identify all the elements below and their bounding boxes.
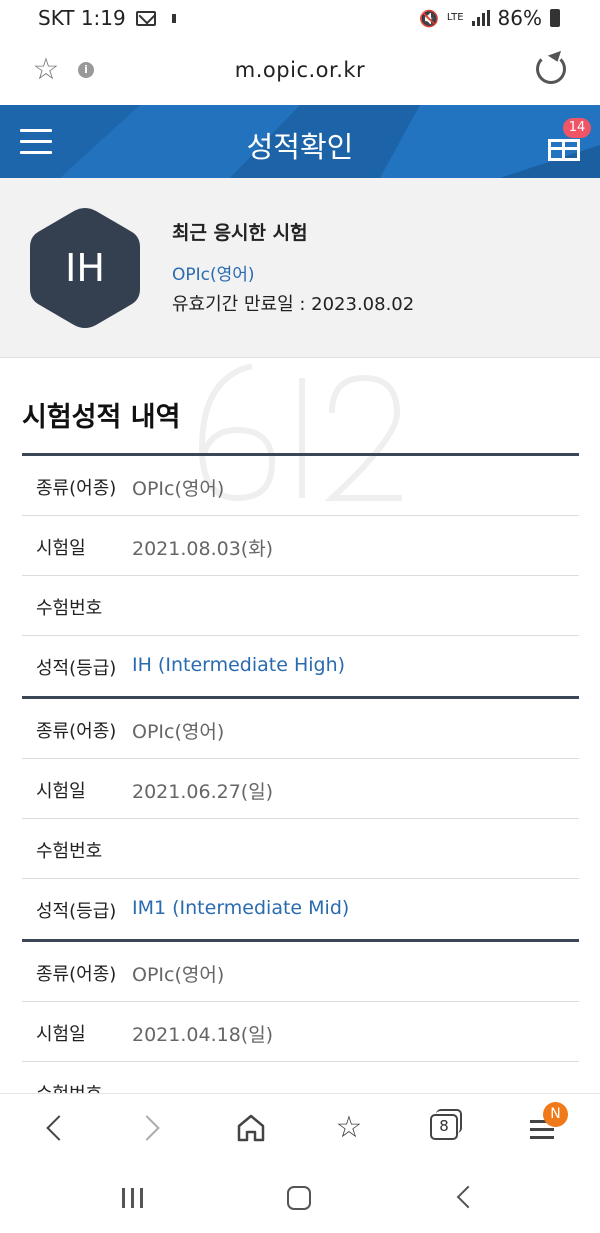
url-field[interactable]: m.opic.or.kr [0, 58, 600, 82]
row-value: 2021.08.03(화) [132, 538, 274, 560]
row-value: 2021.04.18(일) [132, 1024, 274, 1046]
battery-icon [550, 9, 560, 27]
row-label: 종류(어종) [36, 964, 117, 985]
exam-records-list: 종류(어종) OPIc(영어) 시험일 2021.08.03(화) 수험번호 성… [22, 453, 579, 1122]
home-icon[interactable] [231, 1108, 271, 1148]
grade-link[interactable]: IM1 (Intermediate Mid) [132, 897, 349, 919]
forward-icon[interactable] [132, 1108, 172, 1148]
system-nav-bar [0, 1165, 600, 1233]
recent-exam-type: OPIc(영어) [172, 265, 255, 285]
recent-apps-icon[interactable] [120, 1188, 146, 1208]
row-value: 2021.06.27(일) [132, 781, 274, 803]
row-value: OPIc(영어) [132, 478, 225, 500]
status-bar: SKT 1:19 🔇 LTE 86% [0, 0, 600, 38]
recent-exam-title: 최근 응시한 시험 [172, 222, 308, 244]
system-home-icon[interactable] [287, 1186, 311, 1210]
site-header: 성적확인 [0, 105, 600, 178]
status-time: SKT 1:19 [38, 6, 126, 30]
battery-percent: 86% [497, 6, 542, 30]
row-label: 종류(어종) [36, 721, 117, 742]
page-title: 성적확인 [246, 130, 354, 164]
row-label: 수험번호 [36, 598, 103, 619]
record-row-date: 시험일 2021.04.18(일) [22, 1002, 579, 1062]
record-row-grade: 성적(등급) IM1 (Intermediate Mid) [22, 879, 579, 939]
grade-short: IH [65, 246, 105, 290]
bookmarks-icon[interactable]: ☆ [329, 1108, 369, 1148]
mail-notification-icon [135, 10, 156, 26]
row-label: 성적(등급) [36, 658, 117, 679]
record-row-grade: 성적(등급) IH (Intermediate High) [22, 636, 579, 696]
row-label: 시험일 [36, 1024, 86, 1045]
validity-expiry: 유효기간 만료일 : 2023.08.02 [172, 294, 415, 315]
new-badge: N [543, 1102, 568, 1127]
record-row-date: 시험일 2021.06.27(일) [22, 759, 579, 819]
back-icon[interactable] [36, 1108, 76, 1148]
record-row-date: 시험일 2021.08.03(화) [22, 516, 579, 576]
record-row-exam-number: 수험번호 [22, 819, 579, 879]
grade-link[interactable]: IH (Intermediate High) [132, 654, 345, 676]
tabs-count: 8 [430, 1114, 458, 1140]
section-title: 시험성적 내역 [22, 402, 181, 433]
row-label: 성적(등급) [36, 901, 117, 922]
row-label: 시험일 [36, 781, 86, 802]
exam-record: 종류(어종) OPIc(영어) 시험일 2021.08.03(화) 수험번호 성… [22, 453, 579, 696]
gift-count-badge: 14 [563, 118, 591, 138]
row-label: 시험일 [36, 538, 86, 559]
recent-exam-summary: IH 최근 응시한 시험 OPIc(영어) 유효기간 만료일 : 2023.08… [0, 178, 600, 358]
row-label: 수험번호 [36, 841, 103, 862]
reload-icon[interactable] [536, 54, 566, 84]
browser-toolbar: ☆ 8 [0, 1093, 600, 1165]
record-row-exam-number: 수험번호 [22, 576, 579, 636]
row-label: 종류(어종) [36, 478, 117, 499]
network-type: LTE [446, 12, 464, 23]
row-value: OPIc(영어) [132, 964, 225, 986]
record-row-type: 종류(어종) OPIc(영어) [22, 699, 579, 759]
mute-icon: 🔇 [419, 8, 439, 28]
row-value: OPIc(영어) [132, 721, 225, 743]
record-row-type: 종류(어종) OPIc(영어) [22, 942, 579, 1002]
signal-icon [471, 10, 490, 26]
notification-dot-icon [171, 13, 176, 23]
exam-record: 종류(어종) OPIc(영어) 시험일 2021.06.27(일) 수험번호 성… [22, 696, 579, 939]
record-row-type: 종류(어종) OPIc(영어) [22, 456, 579, 516]
browser-address-bar: ☆ i m.opic.or.kr [0, 38, 600, 105]
system-back-icon[interactable] [456, 1185, 480, 1209]
tabs-icon[interactable]: 8 [426, 1108, 466, 1148]
